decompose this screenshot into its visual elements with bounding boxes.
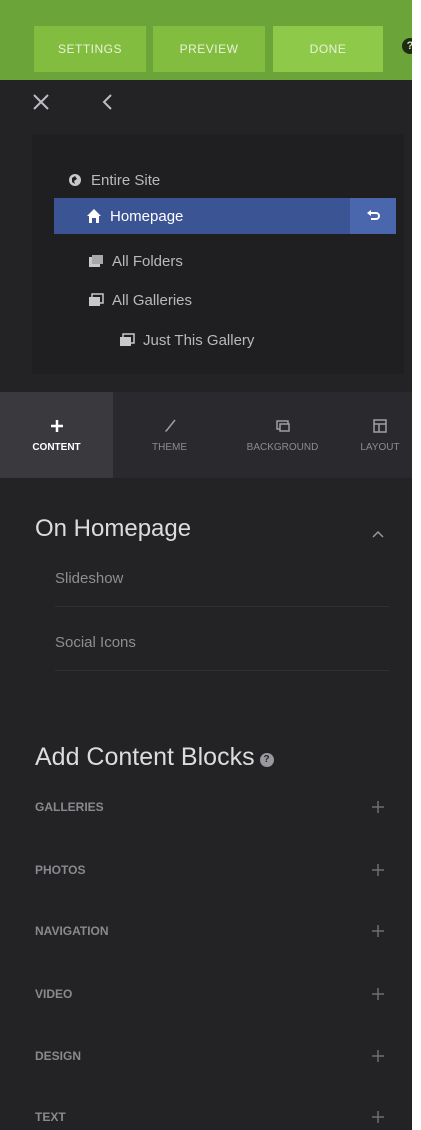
row-label: DESIGN	[35, 1049, 82, 1063]
plus-icon[interactable]	[371, 1110, 385, 1124]
tree-item-homepage[interactable]: Homepage	[54, 198, 396, 234]
on-homepage-heading: On Homepage	[35, 515, 192, 542]
tree-item-label: All Folders	[112, 252, 183, 270]
done-button[interactable]: DONE	[273, 26, 383, 72]
row-label: GALLERIES	[35, 800, 104, 814]
top-toolbar: SETTINGS PREVIEW DONE ?	[0, 0, 412, 80]
tab-background[interactable]: BACKGROUND	[226, 392, 339, 478]
row-label: VIDEO	[35, 987, 73, 1001]
globe-icon	[69, 174, 81, 186]
scope-tree: Entire Site Homepage All Folders All Gal…	[32, 134, 404, 374]
add-photos-row[interactable]: PHOTOS	[35, 855, 395, 885]
add-content-blocks-heading: Add Content Blocks ?	[35, 743, 274, 772]
row-label: PHOTOS	[35, 863, 86, 877]
tree-item-entire-site[interactable]: Entire Site	[67, 162, 160, 198]
add-galleries-row[interactable]: GALLERIES	[35, 792, 395, 822]
tab-label: THEME	[152, 441, 187, 453]
tab-label: BACKGROUND	[246, 441, 319, 453]
close-icon[interactable]	[32, 93, 50, 111]
folders-icon	[89, 255, 103, 267]
tab-theme[interactable]: THEME	[113, 392, 226, 478]
tree-item-label: All Galleries	[112, 291, 193, 309]
home-icon	[87, 209, 101, 223]
heading-text: Add Content Blocks	[35, 743, 255, 771]
row-label: TEXT	[35, 1110, 66, 1124]
galleries-icon	[89, 293, 104, 306]
tree-item-label: Entire Site	[91, 171, 161, 189]
help-icon[interactable]: ?	[402, 38, 412, 54]
block-label: Social Icons	[55, 633, 136, 651]
tree-item-all-folders[interactable]: All Folders	[88, 243, 183, 279]
panel-tabs: CONTENT THEME BACKGROUND LAYOUT	[0, 392, 412, 478]
layout-icon	[373, 418, 387, 433]
tab-layout[interactable]: LAYOUT	[339, 392, 412, 478]
tab-label: LAYOUT	[360, 441, 400, 453]
plus-icon	[50, 419, 63, 432]
gallery-icon	[120, 333, 135, 346]
homepage-block-social-icons[interactable]: Social Icons	[55, 614, 389, 671]
preview-button[interactable]: PREVIEW	[153, 26, 265, 72]
block-label: Slideshow	[55, 569, 124, 587]
add-text-row[interactable]: TEXT	[35, 1102, 395, 1130]
plus-icon[interactable]	[371, 800, 385, 814]
homepage-block-slideshow[interactable]: Slideshow	[55, 550, 389, 607]
plus-icon[interactable]	[371, 863, 385, 877]
help-icon[interactable]: ?	[259, 752, 274, 767]
add-video-row[interactable]: VIDEO	[35, 979, 395, 1009]
tree-item-label: Homepage	[110, 207, 184, 225]
tree-item-all-galleries[interactable]: All Galleries	[88, 282, 192, 318]
plus-icon[interactable]	[371, 987, 385, 1001]
editor-panel: SETTINGS PREVIEW DONE ? Entire Site Home…	[0, 0, 412, 1130]
settings-button[interactable]: SETTINGS	[34, 26, 146, 72]
add-design-row[interactable]: DESIGN	[35, 1041, 395, 1071]
image-icon	[275, 419, 290, 432]
plus-icon[interactable]	[371, 1049, 385, 1063]
tab-label: CONTENT	[32, 441, 81, 453]
undo-icon	[367, 210, 380, 220]
back-icon[interactable]	[100, 93, 118, 111]
brush-icon	[164, 419, 176, 432]
tree-item-label: Just This Gallery	[143, 331, 255, 349]
tree-item-just-this-gallery[interactable]: Just This Gallery	[119, 322, 254, 358]
add-navigation-row[interactable]: NAVIGATION	[35, 916, 395, 946]
row-label: NAVIGATION	[35, 924, 109, 938]
revert-button[interactable]	[350, 198, 396, 234]
chevron-up-icon[interactable]	[370, 527, 386, 543]
plus-icon[interactable]	[371, 924, 385, 938]
tab-content[interactable]: CONTENT	[0, 392, 113, 478]
